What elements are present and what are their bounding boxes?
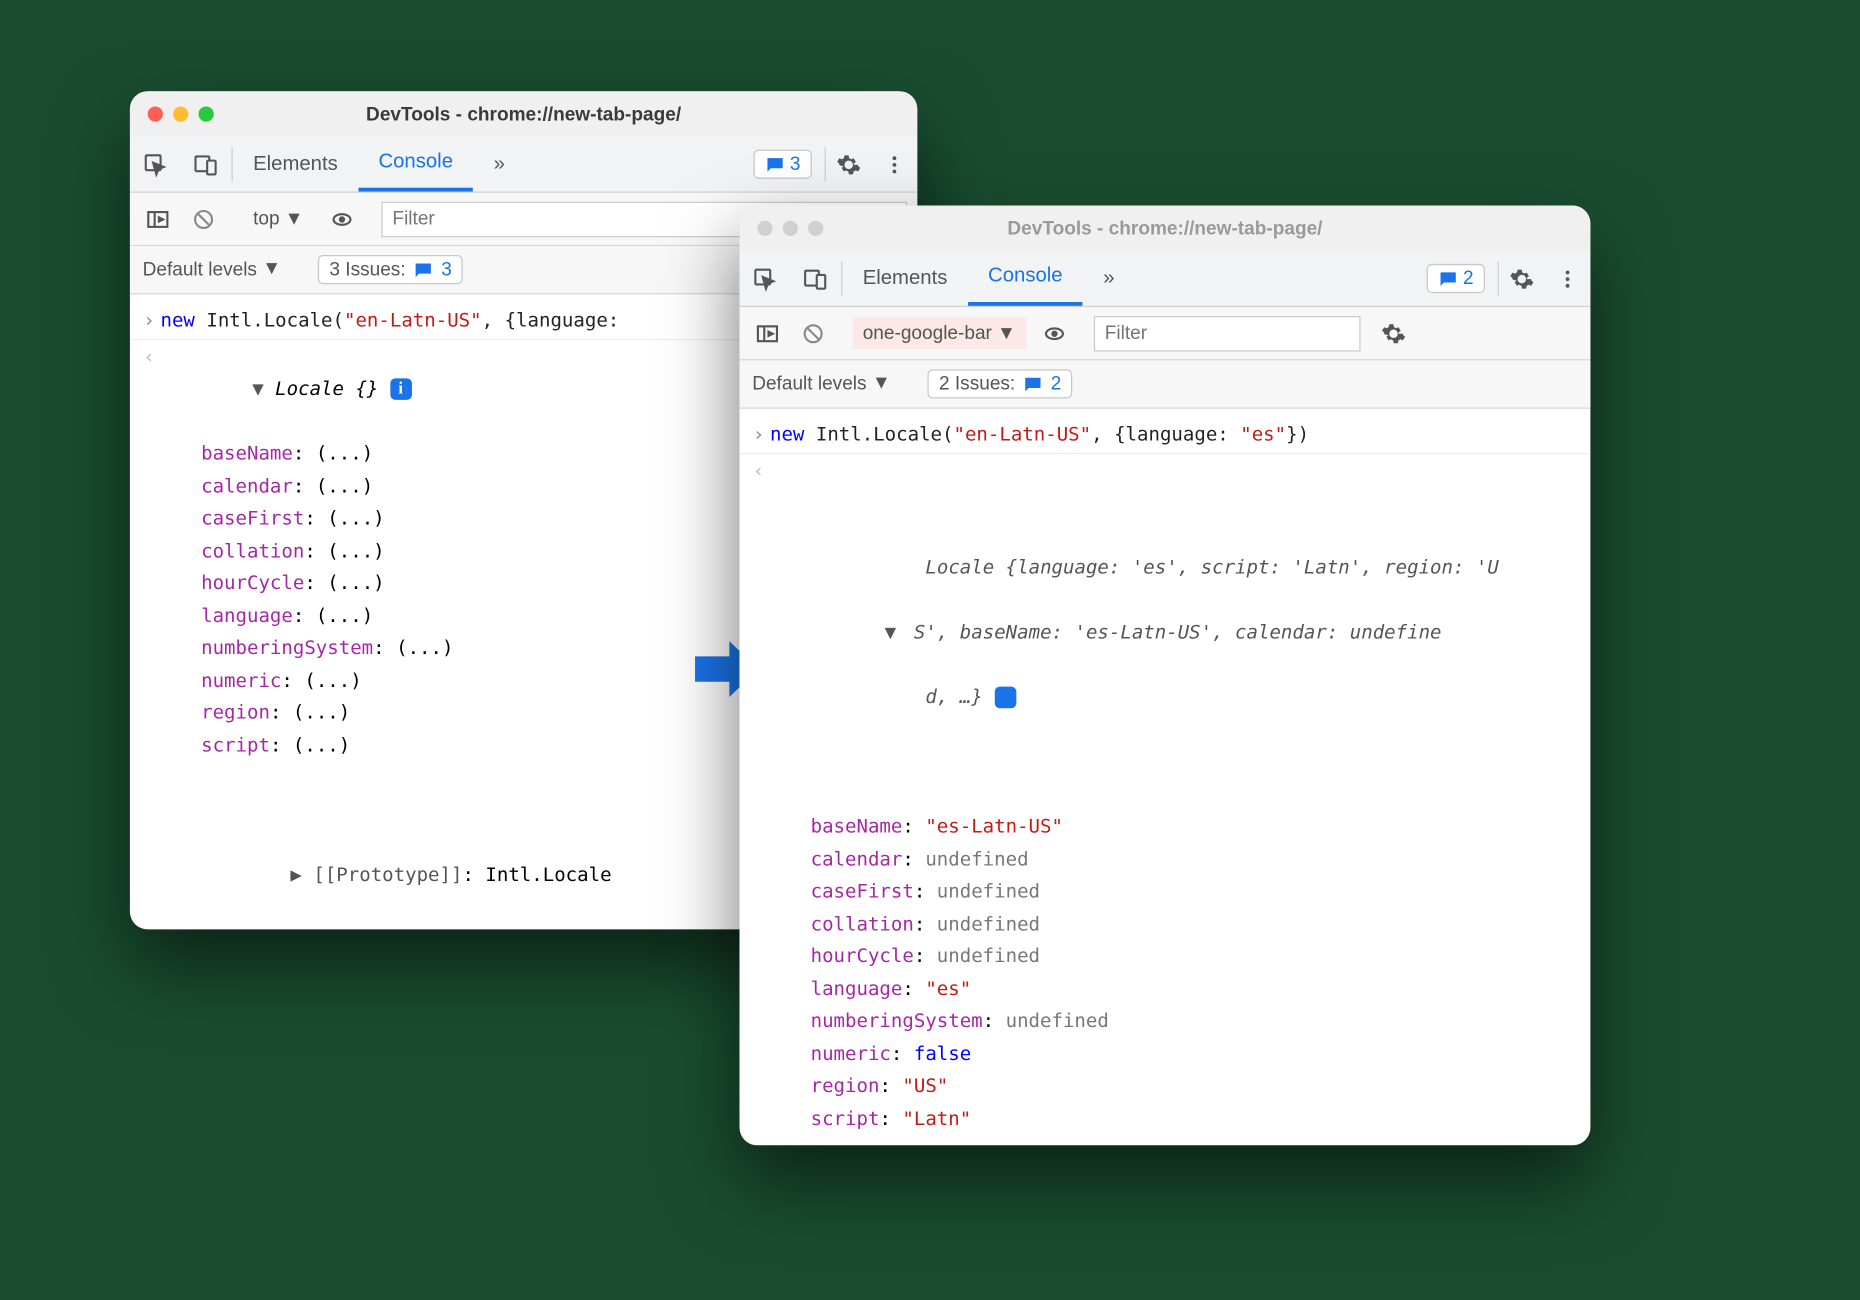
tab-console[interactable]: Console: [968, 251, 1083, 306]
issues-label: 2 Issues:: [939, 373, 1015, 395]
chevron-left-icon: ‹: [138, 341, 161, 930]
console-settings-icon[interactable]: [1370, 320, 1416, 345]
messages-badge[interactable]: 2: [1426, 264, 1485, 293]
kebab-menu-icon[interactable]: [1545, 251, 1591, 306]
chevron-down-icon: ▼: [872, 372, 891, 394]
chevron-down-icon: ▼: [997, 322, 1016, 344]
property-row[interactable]: calendar: undefined: [811, 844, 1578, 876]
clear-console-icon[interactable]: [186, 206, 222, 231]
window-title: DevTools - chrome://new-tab-page/: [366, 103, 681, 125]
inspect-icon[interactable]: [130, 137, 181, 192]
window-title: DevTools - chrome://new-tab-page/: [1007, 218, 1322, 240]
property-row[interactable]: numberingSystem: undefined: [811, 1006, 1578, 1038]
clear-console-icon[interactable]: [795, 320, 831, 345]
tab-bar: Elements Console » 3: [130, 137, 917, 193]
property-row[interactable]: numeric: false: [811, 1038, 1578, 1070]
device-toggle-icon[interactable]: [790, 251, 841, 306]
close-dot-icon[interactable]: [148, 106, 163, 121]
kebab-menu-icon[interactable]: [872, 137, 918, 192]
tab-elements[interactable]: Elements: [842, 251, 967, 306]
chevron-right-icon: ›: [747, 419, 770, 451]
tab-overflow[interactable]: »: [1083, 251, 1135, 306]
levels-bar: Default levels ▼ 2 Issues: 2: [740, 360, 1591, 408]
tab-elements[interactable]: Elements: [233, 137, 358, 192]
levels-selector[interactable]: Default levels ▼: [143, 259, 282, 281]
tab-bar: Elements Console » 2: [740, 251, 1591, 307]
window-controls[interactable]: [148, 106, 214, 121]
info-icon[interactable]: i: [994, 687, 1016, 709]
live-expression-icon[interactable]: [1036, 320, 1072, 345]
window-controls[interactable]: [757, 221, 823, 236]
disclosure-triangle-icon[interactable]: ▶: [290, 859, 301, 891]
zoom-dot-icon[interactable]: [198, 106, 213, 121]
disclosure-triangle-icon[interactable]: ▼: [252, 373, 263, 405]
info-icon[interactable]: i: [390, 378, 412, 400]
tab-overflow[interactable]: »: [473, 137, 525, 192]
devtools-window-after: DevTools - chrome://new-tab-page/ Elemen…: [740, 205, 1591, 1145]
issues-count: 3: [441, 259, 452, 281]
object-summary[interactable]: Locale {language: 'es', script: 'Latn', …: [770, 455, 1578, 1145]
zoom-dot-icon[interactable]: [808, 221, 823, 236]
console-output-row: ‹ Locale {language: 'es', script: 'Latn'…: [740, 453, 1591, 1146]
settings-icon[interactable]: [826, 137, 872, 192]
issues-label: 3 Issues:: [329, 259, 405, 281]
chevron-down-icon: ▼: [285, 208, 304, 230]
property-row[interactable]: script: "Latn": [811, 1103, 1578, 1135]
property-row[interactable]: caseFirst: undefined: [811, 876, 1578, 908]
minimize-dot-icon[interactable]: [173, 106, 188, 121]
sidebar-toggle-icon[interactable]: [750, 320, 786, 345]
messages-badge[interactable]: 3: [753, 150, 812, 179]
property-row[interactable]: region: "US": [811, 1070, 1578, 1102]
chevron-left-icon: ‹: [747, 455, 770, 1145]
settings-icon[interactable]: [1499, 251, 1545, 306]
titlebar: DevTools - chrome://new-tab-page/: [740, 205, 1591, 251]
live-expression-icon[interactable]: [324, 206, 360, 231]
issues-count: 2: [1051, 373, 1062, 395]
context-selector[interactable]: top ▼: [243, 203, 314, 235]
property-row[interactable]: language: "es": [811, 973, 1578, 1005]
inspect-icon[interactable]: [740, 251, 791, 306]
property-row[interactable]: hourCycle: undefined: [811, 941, 1578, 973]
chevron-right-icon: ›: [138, 305, 161, 337]
console-output[interactable]: › new Intl.Locale("en-Latn-US", {languag…: [740, 409, 1591, 1146]
issues-button[interactable]: 3 Issues: 3: [318, 255, 463, 284]
input-code: new Intl.Locale("en-Latn-US", {language:…: [770, 419, 1578, 451]
filter-input[interactable]: [1093, 315, 1360, 351]
tab-console[interactable]: Console: [358, 137, 473, 192]
issues-button[interactable]: 2 Issues: 2: [928, 369, 1073, 398]
device-toggle-icon[interactable]: [181, 137, 232, 192]
console-input-row: › new Intl.Locale("en-Latn-US", {languag…: [740, 416, 1591, 452]
messages-count: 3: [790, 153, 801, 175]
levels-selector[interactable]: Default levels ▼: [752, 373, 891, 395]
titlebar: DevTools - chrome://new-tab-page/: [130, 91, 917, 137]
context-selector[interactable]: one-google-bar ▼: [853, 317, 1026, 349]
messages-count: 2: [1463, 268, 1474, 290]
context-label: one-google-bar: [863, 322, 992, 344]
filter-bar: one-google-bar ▼: [740, 307, 1591, 360]
context-label: top: [253, 208, 279, 230]
property-row[interactable]: baseName: "es-Latn-US": [811, 811, 1578, 843]
chevron-down-icon: ▼: [262, 258, 281, 280]
close-dot-icon[interactable]: [757, 221, 772, 236]
sidebar-toggle-icon[interactable]: [140, 206, 176, 231]
property-row[interactable]: collation: undefined: [811, 908, 1578, 940]
minimize-dot-icon[interactable]: [783, 221, 798, 236]
